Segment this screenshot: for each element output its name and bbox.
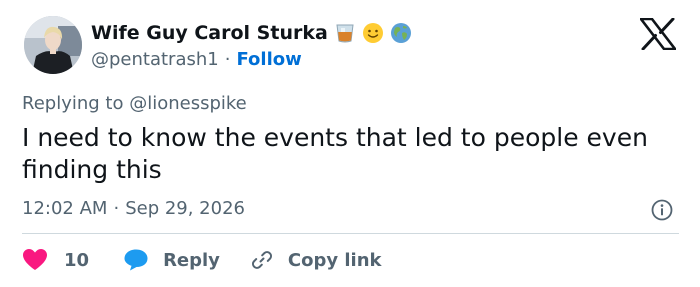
avatar-photo <box>24 16 82 74</box>
tweet-text: I need to know the events that led to pe… <box>22 123 648 184</box>
globe-emoji-icon <box>390 22 412 44</box>
x-logo-icon[interactable] <box>639 17 677 51</box>
tumbler-glass-emoji-icon <box>334 22 356 44</box>
info-icon[interactable] <box>651 199 673 221</box>
author-name-row[interactable]: Wife Guy Carol Sturka <box>91 20 412 46</box>
follow-button[interactable]: Follow <box>236 49 301 70</box>
replying-to-label: Replying to <box>22 93 124 114</box>
copy-link-label: Copy link <box>287 249 382 271</box>
handle-separator: · <box>224 49 231 70</box>
avatar[interactable] <box>24 16 82 74</box>
link-icon <box>251 251 272 269</box>
reply-bubble-icon <box>124 249 148 271</box>
reply-button[interactable]: Reply <box>123 248 220 272</box>
author-display-name[interactable]: Wife Guy Carol Sturka <box>91 22 328 44</box>
author-handle-row: @pentatrash1 · Follow <box>91 49 302 70</box>
tweet-time: 12:02 AM <box>22 198 108 219</box>
like-button[interactable]: 10 <box>22 248 89 272</box>
action-bar: 10 Reply Copy link <box>22 246 382 274</box>
like-count: 10 <box>64 249 90 271</box>
reply-label: Reply <box>163 249 220 271</box>
tweet-date: Sep 29, 2026 <box>125 198 245 219</box>
divider <box>22 233 679 234</box>
smiling-face-emoji-icon <box>362 22 384 44</box>
replying-to-mention[interactable]: @lionesspike <box>129 93 247 114</box>
timestamp-separator: · <box>113 198 120 219</box>
tweet-timestamp[interactable]: 12:02 AM · Sep 29, 2026 <box>22 198 245 219</box>
author-handle[interactable]: @pentatrash1 <box>91 49 219 70</box>
replying-to: Replying to @lionesspike <box>22 93 247 114</box>
copy-link-button[interactable]: Copy link <box>250 248 382 272</box>
heart-icon <box>23 249 47 270</box>
